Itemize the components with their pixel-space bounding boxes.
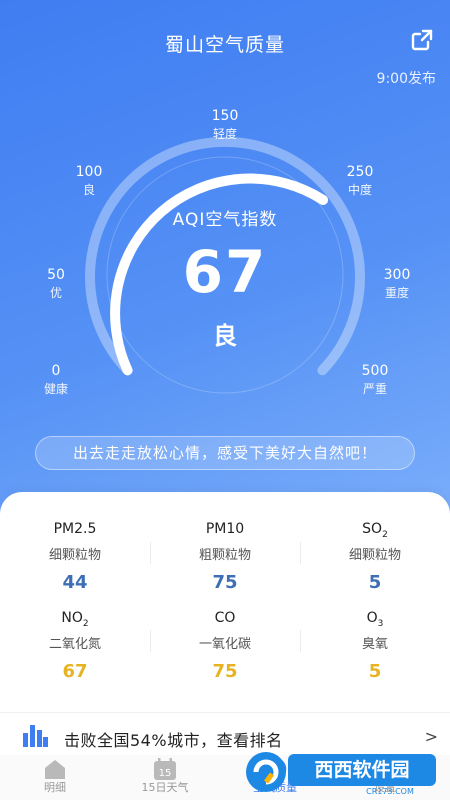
pollutant-name: SO2 bbox=[362, 521, 388, 540]
pollutant-co: CO 一氧化碳 75 bbox=[150, 609, 300, 685]
pollutant-value: 5 bbox=[368, 660, 382, 682]
slogan-banner: 出去走走放松心情，感受下美好大自然吧！ bbox=[35, 436, 415, 470]
pollutant-pm10: PM10 粗颗粒物 75 bbox=[150, 520, 300, 596]
pollutant-o3: O3 臭氧 5 bbox=[300, 609, 450, 685]
pollutant-name: NO2 bbox=[61, 610, 89, 629]
pollutant-desc: 臭氧 bbox=[361, 636, 388, 652]
gauge-tick-250: 250 中度 bbox=[346, 164, 374, 197]
svg-text:15: 15 bbox=[159, 768, 172, 779]
pollutant-card: PM2.5 细颗粒物 44 PM10 粗颗粒物 75 SO2 细颗粒物 5 NO… bbox=[0, 492, 450, 712]
pollutant-so2: SO2 细颗粒物 5 bbox=[300, 520, 450, 596]
pollutant-desc: 细颗粒物 bbox=[48, 547, 101, 563]
pollutant-desc: 细颗粒物 bbox=[348, 547, 401, 563]
aqi-label: AQI空气指数 bbox=[172, 210, 278, 230]
tab-15day-weather[interactable]: 15 15日天气 bbox=[110, 755, 220, 800]
pollutant-value: 75 bbox=[212, 571, 238, 593]
pollutant-desc: 二氧化氮 bbox=[48, 636, 101, 652]
tab-details[interactable]: 明细 bbox=[0, 755, 110, 800]
bar-chart-icon bbox=[23, 725, 48, 747]
gauge-tick-0: 0 健康 bbox=[43, 363, 68, 396]
gauge-tick-500: 500 严重 bbox=[361, 363, 389, 396]
svg-text:CR173.COM: CR173.COM bbox=[366, 787, 414, 796]
pollutant-name: PM10 bbox=[205, 521, 245, 537]
pollutant-value: 67 bbox=[62, 660, 88, 682]
pollutant-name: PM2.5 bbox=[53, 521, 97, 537]
pollutant-value: 5 bbox=[368, 571, 382, 593]
home-icon bbox=[45, 760, 65, 779]
pollutant-name: O3 bbox=[366, 610, 384, 629]
gauge-tick-150: 150 轻度 bbox=[211, 108, 239, 141]
aqi-value: 67 bbox=[182, 238, 268, 306]
calendar-icon: 15 bbox=[154, 758, 176, 780]
aqi-level: 良 bbox=[213, 322, 237, 350]
pollutant-no2: NO2 二氧化氮 67 bbox=[0, 609, 150, 685]
pollutant-desc: 粗颗粒物 bbox=[198, 547, 251, 563]
gauge-tick-100: 100 良 bbox=[75, 164, 103, 197]
svg-text:西西软件园: 西西软件园 bbox=[314, 758, 409, 781]
chevron-right-icon: > bbox=[424, 727, 438, 746]
pollutant-value: 75 bbox=[212, 660, 238, 682]
watermark-logo: 西西软件园 CR173.COM bbox=[246, 752, 436, 796]
pollutant-desc: 一氧化碳 bbox=[198, 636, 251, 652]
pollutant-pm25: PM2.5 细颗粒物 44 bbox=[0, 520, 150, 596]
pollutant-value: 44 bbox=[62, 571, 88, 593]
pollutant-name: CO bbox=[214, 610, 236, 626]
